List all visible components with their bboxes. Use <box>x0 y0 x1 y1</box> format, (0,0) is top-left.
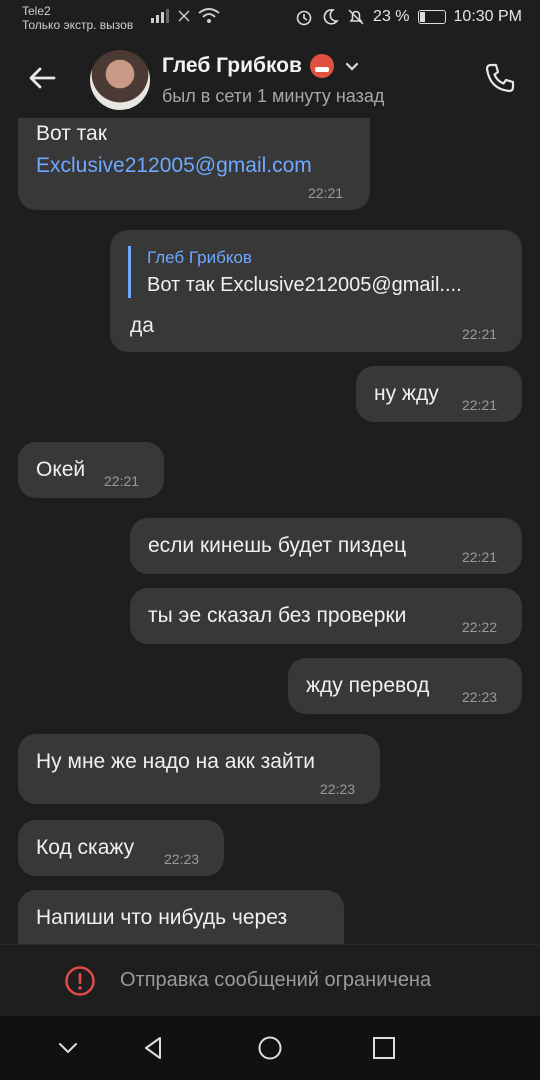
reply-text: Вот так Exclusive212005@gmail.... <box>147 274 462 296</box>
message-time: 22:23 <box>320 781 356 797</box>
angry-emoji-icon <box>309 54 334 78</box>
status-bar: Tele2 Только экстр. вызов 23 % 10:30 PM <box>0 0 540 38</box>
contact-name-row[interactable]: Глеб Грибков <box>162 54 362 78</box>
message-text: Окей <box>36 458 86 481</box>
message-time: 22:21 <box>462 397 498 413</box>
recents-square-icon[interactable] <box>370 1034 398 1062</box>
reply-quote[interactable]: Глеб Грибков Вот так Exclusive212005@gma… <box>128 246 505 298</box>
chevron-down-icon[interactable] <box>54 1034 82 1062</box>
avatar[interactable] <box>90 50 150 110</box>
message-incoming[interactable]: Окей 22:21 <box>18 442 164 498</box>
wifi-icon <box>198 8 220 23</box>
messaging-restricted-bar: Отправка сообщений ограничена <box>0 944 540 1017</box>
home-circle-icon[interactable] <box>256 1034 284 1062</box>
message-list[interactable]: Вот так Exclusive212005@gmail.com 22:21 … <box>0 118 540 944</box>
signal-icon <box>151 9 169 23</box>
phone-call-icon[interactable] <box>482 60 518 96</box>
email-link[interactable]: Exclusive212005@gmail.com <box>36 154 312 178</box>
message-text: ну жду <box>374 382 439 405</box>
message-time: 22:23 <box>164 851 200 867</box>
moon-icon <box>323 9 339 25</box>
mute-bell-icon <box>348 9 364 25</box>
reply-author: Глеб Грибков <box>147 248 252 267</box>
system-nav-bar <box>0 1016 540 1080</box>
battery-percent: 23 % <box>373 8 410 25</box>
message-text: ты эе сказал без проверки <box>148 604 407 627</box>
message-outgoing[interactable]: жду перевод 22:23 <box>288 658 522 714</box>
alarm-icon <box>296 10 312 26</box>
message-outgoing[interactable]: если кинешь будет пиздец 22:21 <box>130 518 522 574</box>
carrier-name: Tele2 <box>22 4 51 18</box>
message-time: 22:21 <box>462 326 498 342</box>
message-outgoing[interactable]: ну жду 22:21 <box>356 366 522 422</box>
message-outgoing[interactable]: ты эе сказал без проверки 22:22 <box>130 588 522 644</box>
chevron-down-icon[interactable] <box>342 56 362 76</box>
contact-name: Глеб Грибков <box>162 54 302 77</box>
message-incoming[interactable]: Ну мне же надо на акк зайти 22:23 <box>18 734 380 804</box>
clock: 10:30 PM <box>453 8 522 25</box>
carrier-info: Tele2 Только экстр. вызов <box>22 4 133 32</box>
message-time: 22:21 <box>104 473 140 489</box>
warning-icon <box>65 966 95 996</box>
back-arrow-icon[interactable] <box>24 60 60 96</box>
carrier-status: Только экстр. вызов <box>22 18 134 32</box>
message-incoming[interactable]: Вот так Exclusive212005@gmail.com 22:21 <box>18 118 370 210</box>
no-signal-icon <box>178 10 190 22</box>
battery-icon <box>417 10 446 24</box>
message-text: Код скажу <box>36 836 135 859</box>
message-time: 22:21 <box>308 185 344 201</box>
back-triangle-icon[interactable] <box>140 1034 168 1062</box>
message-incoming[interactable]: Напиши что нибудь через <box>18 890 344 944</box>
message-text: жду перевод <box>306 674 430 697</box>
restricted-message: Отправка сообщений ограничена <box>120 969 432 991</box>
message-text: Ну мне же надо на акк зайти <box>36 750 316 773</box>
chat-header: Глеб Грибков был в сети 1 минуту назад <box>0 38 540 118</box>
message-time: 22:21 <box>462 549 498 565</box>
message-outgoing-reply[interactable]: Глеб Грибков Вот так Exclusive212005@gma… <box>110 230 522 352</box>
last-seen-status: был в сети 1 минуту назад <box>162 86 385 106</box>
signal-icons <box>150 8 220 24</box>
message-incoming[interactable]: Код скажу 22:23 <box>18 820 224 876</box>
message-time: 22:22 <box>462 619 498 635</box>
status-right: 23 % 10:30 PM <box>295 8 522 26</box>
message-text: да <box>130 314 154 337</box>
message-text: если кинешь будет пиздец <box>148 534 407 557</box>
message-time: 22:23 <box>462 689 498 705</box>
message-text: Напиши что нибудь через <box>36 906 288 929</box>
message-text: Вот так <box>36 122 107 145</box>
